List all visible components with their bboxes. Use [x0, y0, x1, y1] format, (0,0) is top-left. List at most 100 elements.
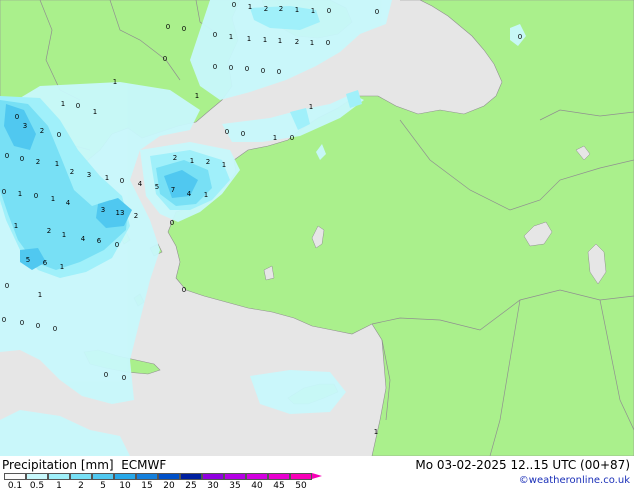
point-value: 0: [229, 64, 233, 72]
point-value: 0: [232, 1, 236, 9]
point-value: 1: [374, 428, 378, 436]
point-value: 1: [195, 92, 199, 100]
point-value: 0: [326, 39, 330, 47]
point-value: 0: [163, 55, 167, 63]
point-value: 4: [187, 190, 192, 198]
point-value: 0: [57, 131, 61, 139]
point-value: 4: [66, 199, 71, 207]
scale-swatch: [136, 473, 158, 480]
point-value: 0: [104, 371, 108, 379]
point-value: 1: [222, 161, 226, 169]
point-value: 0: [225, 128, 229, 136]
scale-swatch: [158, 473, 180, 480]
point-value: 2: [206, 158, 210, 166]
point-value: 5: [155, 183, 159, 191]
credit-link[interactable]: ©weatheronline.co.uk: [519, 475, 630, 486]
point-value: 7: [171, 186, 175, 194]
scale-swatch: [202, 473, 224, 480]
point-value: 2: [264, 5, 268, 13]
point-value: 1: [18, 190, 22, 198]
point-value: 13: [116, 209, 125, 217]
point-value: 1: [190, 157, 194, 165]
point-value: 3: [87, 171, 91, 179]
point-value: 3: [23, 122, 27, 130]
point-value: 0: [241, 130, 245, 138]
point-value: 0: [2, 188, 6, 196]
point-value: 0: [120, 177, 124, 185]
point-value: 2: [47, 227, 51, 235]
scale-swatch: [268, 473, 290, 480]
point-value: 1: [38, 291, 42, 299]
point-value: 0: [5, 152, 9, 160]
point-value: 1: [93, 108, 97, 116]
point-value: 0: [327, 7, 331, 15]
point-value: 2: [36, 158, 40, 166]
scale-swatch: [70, 473, 92, 480]
point-value: 2: [173, 154, 177, 162]
point-value: 1: [273, 134, 277, 142]
point-value: 0: [261, 67, 265, 75]
point-value: 1: [51, 195, 55, 203]
point-value: 0: [518, 33, 522, 41]
scale-arrow: [312, 473, 322, 479]
point-value: 2: [279, 5, 283, 13]
point-value: 5: [26, 256, 30, 264]
point-value: 0: [36, 322, 40, 330]
legend-title: Precipitation [mm] ECMWF: [2, 458, 166, 472]
point-value: 2: [295, 38, 299, 46]
point-value: 0: [213, 63, 217, 71]
point-value: 1: [55, 160, 59, 168]
scale-swatch: [180, 473, 202, 480]
precipitation-map[interactable]: 0 1 2 2 1 1 0 0 0 0 0 1 1 1 1 2 1 0 0 0 0 0 0 0 0 1 1 1 0 1 1 0 3 2 0 0 0 1 0 0…: [0, 0, 634, 456]
point-value: 0: [122, 374, 126, 382]
point-value: 0: [375, 8, 379, 16]
point-value: 0: [115, 241, 119, 249]
point-value: 1: [263, 36, 267, 44]
point-value: 0: [20, 319, 24, 327]
scale-swatch: [224, 473, 246, 480]
map-footer: Precipitation [mm] ECMWF Mo 03-02-2025 1…: [0, 456, 634, 491]
point-value: 0: [15, 113, 19, 121]
point-value: 0: [2, 316, 6, 324]
scale-swatch: [48, 473, 70, 480]
point-value: 1: [310, 39, 314, 47]
point-value: 1: [309, 103, 313, 111]
point-value: 1: [278, 37, 282, 45]
legend-parameter: Precipitation [mm]: [2, 458, 114, 472]
point-value: 1: [295, 6, 299, 14]
point-value: 2: [70, 168, 74, 176]
point-value: 1: [248, 3, 252, 11]
point-value: 0: [53, 325, 57, 333]
point-value: 1: [14, 222, 18, 230]
valid-time: Mo 03-02-2025 12..15 UTC (00+87): [415, 458, 630, 472]
point-value: 0: [20, 155, 24, 163]
point-value: 1: [204, 191, 208, 199]
legend-model: ECMWF: [121, 458, 167, 472]
point-value: 1: [62, 231, 66, 239]
point-value: 0: [290, 134, 294, 142]
point-value: 1: [61, 100, 65, 108]
point-value: 1: [311, 7, 315, 15]
point-value: 3: [101, 206, 105, 214]
scale-swatch: [26, 473, 48, 480]
point-value: 0: [34, 192, 38, 200]
point-value: 0: [182, 286, 186, 294]
point-value: 1: [247, 35, 251, 43]
point-value: 4: [138, 180, 143, 188]
point-value: 6: [43, 259, 48, 267]
point-value: 1: [105, 174, 109, 182]
scale-swatch: [246, 473, 268, 480]
point-value: 0: [182, 25, 186, 33]
point-value: 0: [245, 65, 249, 73]
point-value: 1: [113, 78, 117, 86]
point-value: 1: [229, 33, 233, 41]
scale-swatch: [290, 473, 312, 480]
point-value: 0: [213, 31, 217, 39]
point-value: 2: [40, 127, 44, 135]
point-value: 6: [97, 237, 102, 245]
point-value: 0: [170, 219, 174, 227]
point-value: 0: [5, 282, 9, 290]
point-value: 0: [166, 23, 170, 31]
point-value: 2: [134, 212, 138, 220]
point-value: 0: [76, 102, 80, 110]
